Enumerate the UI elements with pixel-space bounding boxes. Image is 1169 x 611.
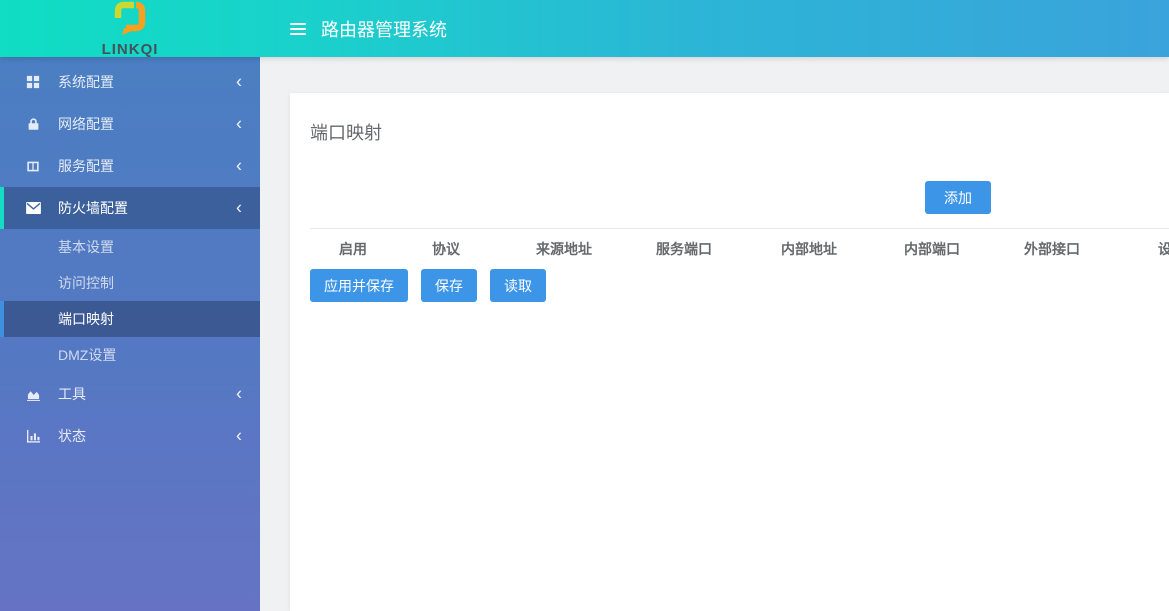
col-header-internal-address: 内部地址 (736, 239, 882, 259)
col-header-service-port: 服务端口 (632, 239, 736, 259)
add-button[interactable]: 添加 (925, 181, 991, 214)
read-button[interactable]: 读取 (490, 269, 546, 302)
sidebar-item-service-config[interactable]: 服务配置 ‹ (0, 145, 260, 187)
port-mapping-card: 端口映射 添加 启用 协议 来源地址 服务端口 内部地址 内部端口 外部接口 设… (290, 93, 1169, 611)
add-row: 添加 (310, 181, 1169, 214)
chevron-left-icon: ‹ (236, 114, 242, 132)
sidebar-item-label: 系统配置 (58, 72, 114, 92)
sidebar-item-label: 服务配置 (58, 156, 114, 176)
sidebar-item-system-config[interactable]: 系统配置 ‹ (0, 61, 260, 103)
apply-and-save-button[interactable]: 应用并保存 (310, 269, 408, 302)
table-header-row: 启用 协议 来源地址 服务端口 内部地址 内部端口 外部接口 设置 (310, 229, 1169, 269)
sidebar-subitem-port-mapping[interactable]: 端口映射 (0, 301, 260, 337)
sidebar-item-status[interactable]: 状态 ‹ (0, 415, 260, 457)
menu-toggle-icon[interactable] (290, 23, 306, 35)
sidebar-item-label: 状态 (58, 426, 86, 446)
col-header-enable: 启用 (310, 239, 396, 259)
linkqi-logo-icon (110, 0, 150, 40)
brand-logo: LINKQI (0, 0, 260, 57)
chevron-left-icon: ‹ (236, 426, 242, 444)
col-header-external-interface: 外部接口 (982, 239, 1122, 259)
sidebar-item-tools[interactable]: 工具 ‹ (0, 373, 260, 415)
top-header: LINKQI 路由器管理系统 (0, 0, 1169, 57)
header-bar: 路由器管理系统 (260, 0, 1169, 57)
sidebar-item-firewall-config[interactable]: 防火墙配置 ‹ (0, 187, 260, 229)
chevron-left-icon: ‹ (236, 156, 242, 174)
chevron-left-icon: ‹ (236, 198, 242, 216)
sidebar-subitem-dmz-settings[interactable]: DMZ设置 (0, 337, 260, 373)
grid-icon (25, 74, 41, 90)
bar-chart-icon (25, 428, 41, 444)
brand-name: LINKQI (102, 41, 159, 58)
col-header-source-address: 来源地址 (496, 239, 632, 259)
col-header-protocol: 协议 (396, 239, 496, 259)
action-buttons-row: 应用并保存 保存 读取 (310, 269, 1169, 302)
app-title: 路由器管理系统 (321, 16, 447, 42)
save-button[interactable]: 保存 (421, 269, 477, 302)
chevron-left-icon: ‹ (236, 384, 242, 402)
lock-icon (25, 116, 41, 132)
main-content: 端口映射 添加 启用 协议 来源地址 服务端口 内部地址 内部端口 外部接口 设… (260, 57, 1169, 611)
sidebar-nav: 系统配置 ‹ 网络配置 ‹ 服务配置 ‹ (0, 57, 260, 611)
sidebar-subitem-access-control[interactable]: 访问控制 (0, 265, 260, 301)
sidebar-subitem-basic-settings[interactable]: 基本设置 (0, 229, 260, 265)
router-admin-app: LINKQI 路由器管理系统 系统配置 ‹ 网络配置 (0, 0, 1169, 611)
sidebar-item-label: 工具 (58, 384, 86, 404)
col-header-internal-port: 内部端口 (882, 239, 982, 259)
columns-icon (25, 158, 41, 174)
area-chart-icon (25, 386, 41, 402)
sidebar-item-label: 网络配置 (58, 114, 114, 134)
sidebar-item-label: 防火墙配置 (58, 198, 128, 218)
sidebar-item-network-config[interactable]: 网络配置 ‹ (0, 103, 260, 145)
chevron-left-icon: ‹ (236, 72, 242, 90)
envelope-icon (25, 200, 41, 216)
page-title: 端口映射 (310, 119, 1169, 145)
col-header-settings: 设置 (1122, 239, 1169, 259)
